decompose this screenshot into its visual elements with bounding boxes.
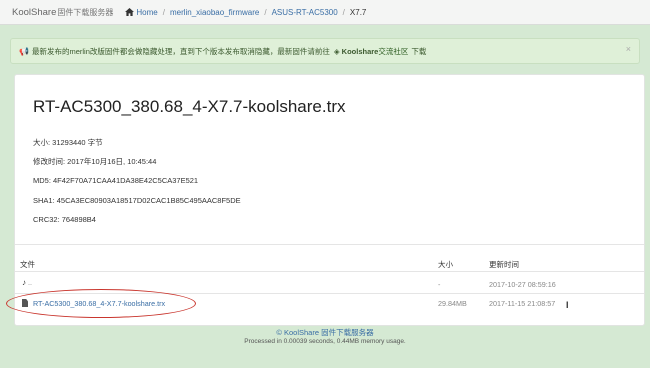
- file-crc32-info: CRC32: 764898B4: [33, 215, 96, 224]
- alert-text: 最新发布的merlin改版固件都会做隐藏处理，直到下个版本发布取消隐藏，最新固件…: [31, 46, 330, 56]
- row-size: -: [438, 280, 441, 289]
- brand-subtitle: 固件下载服务器: [57, 7, 114, 17]
- divider: [15, 244, 644, 245]
- column-header-updated[interactable]: 更新时间: [489, 259, 519, 270]
- announcement-alert: 📢 最新发布的merlin改版固件都会做隐藏处理，直到下个版本发布取消隐藏，最新…: [10, 38, 640, 64]
- row-updated: 2017-10-27 08:59:16: [489, 280, 556, 289]
- file-title: RT-AC5300_380.68_4-X7.7-koolshare.trx: [33, 97, 346, 116]
- file-size-info: 大小: 31293440 字节: [33, 138, 103, 147]
- bullhorn-icon: 📢: [19, 46, 29, 56]
- close-icon[interactable]: ×: [626, 44, 631, 54]
- breadcrumb-model[interactable]: ASUS-RT-AC5300: [272, 8, 338, 17]
- file-link[interactable]: RT-AC5300_380.68_4-X7.7-koolshare.trx: [22, 299, 165, 308]
- arrow-up-icon: ♪: [22, 278, 26, 287]
- footer-stats: Processed in 0.00039 seconds, 0.44MB mem…: [244, 338, 406, 345]
- file-card: RT-AC5300_380.68_4-X7.7-koolshare.trx 大小…: [14, 74, 645, 326]
- breadcrumb-version: X7.7: [349, 7, 367, 17]
- file-modified-info: 修改时间: 2017年10月16日, 10:45:44: [33, 157, 157, 166]
- community-link[interactable]: 交流社区: [378, 46, 408, 57]
- breadcrumb: Home / merlin_xiaobao_firmware / ASUS-RT…: [125, 7, 367, 17]
- divider: [15, 271, 644, 272]
- home-icon: [125, 7, 135, 16]
- top-navbar: KoolShare固件下载服务器 Home / merlin_xiaobao_f…: [0, 0, 650, 25]
- row-size: 29.84MB: [438, 299, 467, 308]
- file-md5-info: MD5: 4F42F70A71CAA41DA38E42C5CA37E521: [33, 176, 199, 185]
- file-icon: [22, 299, 28, 307]
- column-header-name[interactable]: 文件: [20, 259, 35, 270]
- column-header-size[interactable]: 大小: [438, 259, 453, 270]
- footer-brand[interactable]: © KoolShare 固件下载服务器: [0, 327, 650, 338]
- alert-brand: Koolshare: [341, 46, 379, 56]
- parent-dir-link[interactable]: ♪ ..: [22, 278, 32, 287]
- brand-logo[interactable]: KoolShare固件下载服务器: [12, 7, 113, 18]
- row-updated: 2017-11-15 21:08:57: [489, 299, 556, 308]
- breadcrumb-firmware[interactable]: merlin_xiaobao_firmware: [170, 8, 259, 17]
- alert-suffix: 下载: [411, 46, 427, 56]
- file-sha1-info: SHA1: 45CA3EC80903A18517D02CAC1B85C495AA…: [33, 196, 241, 205]
- text-cursor-icon: I: [566, 300, 569, 310]
- breadcrumb-home[interactable]: Home: [125, 7, 158, 17]
- cube-icon: ◈: [333, 46, 340, 56]
- divider: [15, 293, 644, 294]
